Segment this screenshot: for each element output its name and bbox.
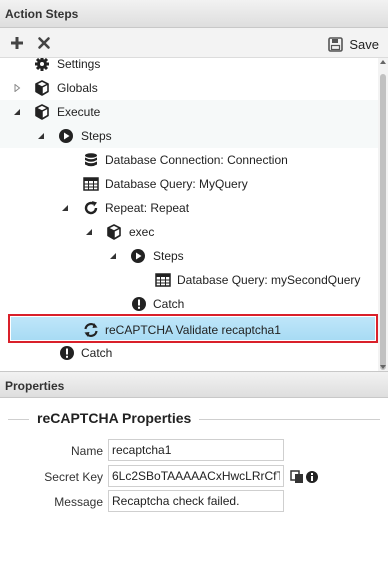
action-steps-title: Action Steps <box>5 7 79 21</box>
action-steps-header: Action Steps <box>0 0 388 28</box>
save-button[interactable]: Save <box>328 36 379 52</box>
tree-node-label: Database Connection: Connection <box>105 153 288 167</box>
tree-scrollbar[interactable] <box>378 58 388 371</box>
name-field[interactable] <box>108 439 284 461</box>
table-icon <box>155 273 171 287</box>
tree-node-repeat[interactable]: Repeat: Repeat <box>0 196 378 220</box>
exclamation-circle-icon <box>60 346 74 360</box>
tree-node-label: Catch <box>153 297 185 311</box>
scroll-up-arrow-icon[interactable] <box>380 60 386 64</box>
tree-node-label: reCAPTCHA Validate recaptcha1 <box>105 323 281 337</box>
section-title: reCAPTCHA Properties <box>29 410 200 426</box>
table-icon <box>83 177 99 191</box>
exclamation-circle-icon <box>132 297 146 311</box>
repeat-icon <box>84 201 98 215</box>
tree-node-catch-inner[interactable]: Catch <box>0 292 378 316</box>
chevron-down-icon[interactable] <box>37 132 45 140</box>
tree-node-label: Database Query: MyQuery <box>105 177 248 191</box>
properties-title: Properties <box>5 379 65 393</box>
tree-node-exec[interactable]: exec <box>0 220 378 244</box>
message-label: Message <box>54 495 103 509</box>
secret-key-field[interactable] <box>108 465 284 487</box>
tree-node-label: Steps <box>153 249 184 263</box>
tree-node-recaptcha-validate[interactable]: reCAPTCHA Validate recaptcha1 <box>8 314 378 343</box>
properties-header: Properties <box>0 371 388 398</box>
tree-node-label: Settings <box>57 58 101 71</box>
tree-node-label: Steps <box>81 129 112 143</box>
add-step-button[interactable] <box>9 35 25 51</box>
scroll-down-arrow-icon[interactable] <box>380 365 386 369</box>
cube-icon <box>107 224 121 240</box>
tree-node-catch[interactable]: Catch <box>0 341 378 365</box>
chevron-down-icon[interactable] <box>61 204 69 212</box>
play-circle-icon <box>59 129 73 143</box>
chevron-right-icon[interactable] <box>13 84 21 92</box>
properties-panel: reCAPTCHA Properties Name Secret Key Mes… <box>0 398 388 572</box>
tree-node-label: Globals <box>57 81 98 95</box>
tree-node-database-query-second[interactable]: Database Query: mySecondQuery <box>0 268 378 292</box>
tree-node-label: Database Query: mySecondQuery <box>177 273 361 287</box>
tree-node-steps-inner[interactable]: Steps <box>0 244 378 268</box>
database-icon <box>85 153 97 167</box>
chevron-down-icon[interactable] <box>13 108 21 116</box>
tree-node-label: exec <box>129 225 155 239</box>
name-label: Name <box>70 444 103 458</box>
tree-node-steps[interactable]: Steps <box>0 124 378 148</box>
copy-icon[interactable] <box>290 470 304 484</box>
tree-node-label: Execute <box>57 105 101 119</box>
chevron-down-icon[interactable] <box>85 228 93 236</box>
secret-key-label: Secret Key <box>44 470 103 484</box>
scrollbar-thumb[interactable] <box>380 74 386 370</box>
message-field[interactable] <box>108 490 284 512</box>
selection-highlight: reCAPTCHA Validate recaptcha1 <box>11 317 375 340</box>
action-steps-toolbar: Save <box>0 28 388 58</box>
cube-icon <box>35 80 49 96</box>
action-steps-tree: Settings Globals Execute Steps Database … <box>0 58 388 371</box>
tree-node-execute[interactable]: Execute <box>0 100 378 124</box>
close-icon <box>38 37 50 49</box>
chevron-down-icon[interactable] <box>109 252 117 260</box>
tree-node-database-query[interactable]: Database Query: MyQuery <box>0 172 378 196</box>
plus-icon <box>11 37 23 49</box>
refresh-icon <box>84 323 98 337</box>
tree-node-label: Repeat: Repeat <box>105 201 190 215</box>
gear-icon <box>35 58 49 71</box>
tree-node-globals[interactable]: Globals <box>0 76 378 100</box>
tree-node-database-connection[interactable]: Database Connection: Connection <box>0 148 378 172</box>
tree-node-settings[interactable]: Settings <box>0 58 378 76</box>
tree-node-label: Catch <box>81 346 113 360</box>
save-icon <box>328 36 344 52</box>
delete-step-button[interactable] <box>36 35 52 51</box>
cube-icon <box>35 104 49 120</box>
save-label: Save <box>349 36 379 52</box>
play-circle-icon <box>131 249 145 263</box>
info-icon[interactable] <box>305 470 319 484</box>
